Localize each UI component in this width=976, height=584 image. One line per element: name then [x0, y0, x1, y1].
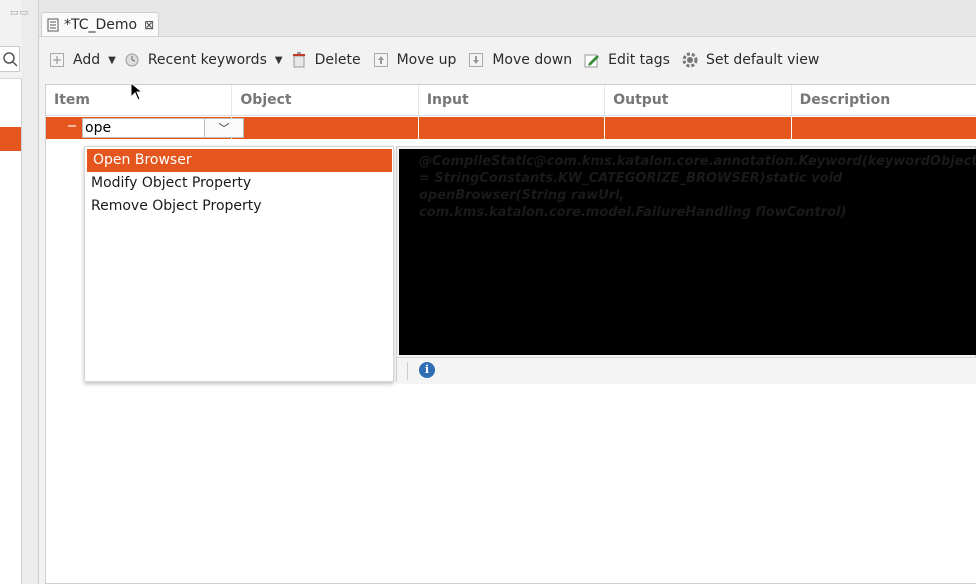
- editor-tab-bar: *TC_Demo ⊠: [39, 0, 976, 37]
- recent-keywords-button[interactable]: Recent keywords: [124, 52, 267, 68]
- add-button[interactable]: Add: [49, 52, 100, 68]
- trash-icon: [291, 52, 307, 68]
- chevron-down-icon[interactable]: ﹀: [204, 118, 244, 138]
- arrow-down-icon: [468, 52, 484, 68]
- edit-tags-label: Edit tags: [608, 52, 670, 68]
- info-icon[interactable]: i: [419, 362, 435, 378]
- close-icon[interactable]: ⊠: [144, 18, 154, 32]
- move-down-button[interactable]: Move down: [468, 52, 572, 68]
- edit-tags-button[interactable]: Edit tags: [584, 52, 670, 68]
- move-up-button[interactable]: Move up: [373, 52, 457, 68]
- panel-window-controls[interactable]: ▭▭: [10, 8, 29, 18]
- delete-label: Delete: [314, 52, 361, 68]
- separator: [407, 362, 408, 380]
- set-default-view-button[interactable]: Set default view: [682, 52, 819, 68]
- pencil-icon: [584, 52, 600, 68]
- left-tree-list[interactable]: [0, 78, 22, 584]
- documentation-footer: i: [397, 357, 976, 384]
- tab-tc-demo[interactable]: *TC_Demo ⊠: [41, 12, 159, 36]
- suggestion-item[interactable]: Open Browser: [87, 149, 392, 172]
- cell-description[interactable]: [792, 117, 976, 139]
- recent-keywords-dropdown-icon[interactable]: ▼: [275, 55, 283, 66]
- column-header-output[interactable]: Output: [605, 85, 792, 115]
- recent-keywords-label: Recent keywords: [147, 52, 267, 68]
- keyword-documentation-pane: @CompileStatic@com.kms.katalon.core.anno…: [396, 146, 976, 384]
- add-dropdown-icon[interactable]: ▼: [108, 55, 116, 66]
- keyword-suggestion-popup: Open Browser Modify Object Property Remo…: [84, 146, 394, 382]
- cell-object[interactable]: [232, 117, 419, 139]
- grid-header: Item Object Input Output Description: [46, 85, 976, 116]
- column-header-description[interactable]: Description: [792, 85, 976, 115]
- tab-title: *TC_Demo: [64, 16, 138, 33]
- cell-input[interactable]: [419, 117, 606, 139]
- delete-button[interactable]: Delete: [291, 52, 361, 68]
- gear-icon: [682, 52, 698, 68]
- cell-output[interactable]: [605, 117, 792, 139]
- column-header-input[interactable]: Input: [419, 85, 606, 115]
- add-label: Add: [73, 52, 101, 68]
- test-case-icon: [47, 18, 59, 31]
- documentation-content: @CompileStatic@com.kms.katalon.core.anno…: [399, 149, 976, 355]
- collapse-icon[interactable]: [68, 125, 76, 127]
- suggestion-item[interactable]: Remove Object Property: [85, 195, 393, 218]
- clock-icon: [124, 52, 140, 68]
- left-search-field[interactable]: [0, 46, 20, 72]
- toolbar: Add ▼ Recent keywords ▼ Delete Move up M…: [39, 44, 976, 76]
- add-icon: [49, 52, 65, 68]
- documentation-text: @CompileStatic@com.kms.katalon.core.anno…: [419, 154, 976, 220]
- move-down-label: Move down: [492, 52, 573, 68]
- mouse-cursor-icon: [130, 82, 144, 101]
- set-default-view-label: Set default view: [705, 52, 820, 68]
- suggestion-item[interactable]: Modify Object Property: [85, 172, 393, 195]
- search-icon[interactable]: [0, 47, 20, 71]
- left-side-panel: ▭▭: [0, 0, 28, 584]
- arrow-up-icon: [373, 52, 389, 68]
- column-header-object[interactable]: Object: [232, 85, 419, 115]
- left-selected-item[interactable]: [0, 127, 21, 151]
- move-up-label: Move up: [396, 52, 457, 68]
